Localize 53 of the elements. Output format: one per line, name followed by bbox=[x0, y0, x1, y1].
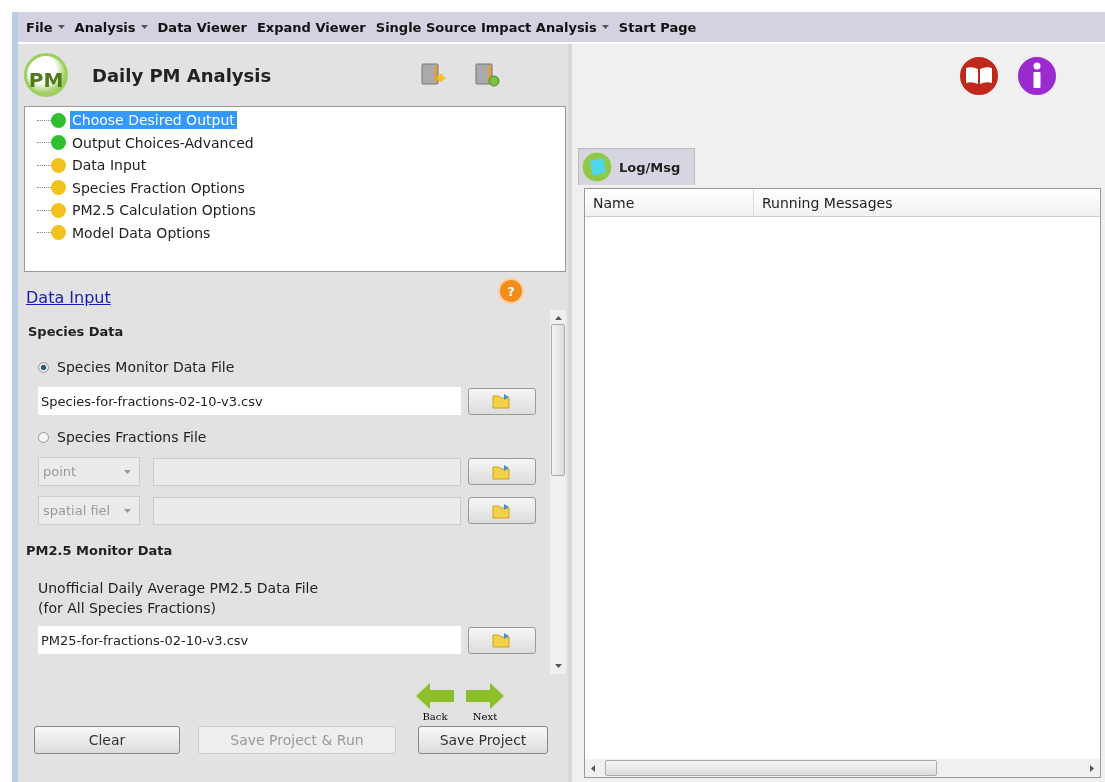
notepad-icon bbox=[581, 151, 613, 183]
scroll-up-icon[interactable] bbox=[554, 316, 562, 320]
menu-item[interactable]: Data Viewer bbox=[153, 19, 253, 35]
browse-button[interactable] bbox=[468, 458, 536, 485]
browse-button[interactable] bbox=[468, 626, 536, 654]
dropdown-caret-icon bbox=[57, 25, 65, 29]
document-add-icon[interactable] bbox=[420, 62, 446, 88]
browse-button[interactable] bbox=[468, 387, 536, 415]
scroll-left-icon[interactable] bbox=[591, 764, 595, 772]
panel-title: Daily PM Analysis bbox=[92, 64, 273, 86]
file-path-field[interactable]: PM25-for-fractions-02-10-v3.csv bbox=[38, 626, 461, 654]
pm-logo: PM bbox=[24, 53, 68, 97]
folder-icon bbox=[492, 463, 512, 480]
action-button[interactable]: Save Project bbox=[418, 726, 548, 754]
section-link[interactable]: Data Input bbox=[26, 287, 111, 307]
column-header[interactable]: Running Messages bbox=[754, 189, 893, 216]
dropdown-caret-icon bbox=[601, 25, 609, 29]
tree-item[interactable]: Species Fraction Options bbox=[70, 178, 247, 197]
dropdown-caret-icon bbox=[140, 25, 148, 29]
action-button[interactable]: Clear bbox=[34, 726, 180, 754]
tree-item[interactable]: Data Input bbox=[70, 156, 149, 175]
dropdown-caret-icon bbox=[124, 469, 131, 474]
radio-label: Species Monitor Data File bbox=[57, 359, 235, 375]
browse-button[interactable] bbox=[468, 497, 536, 524]
menu-item[interactable]: Start Page bbox=[614, 19, 703, 35]
column-header[interactable]: Name bbox=[585, 189, 754, 216]
section-heading: PM2.5 Monitor Data bbox=[26, 543, 174, 558]
tree-item[interactable]: PM2.5 Calculation Options bbox=[70, 201, 258, 220]
tab[interactable]: Log/Msg bbox=[578, 148, 696, 185]
folder-icon bbox=[492, 502, 512, 519]
radio-button[interactable] bbox=[38, 361, 49, 373]
file-path-field[interactable]: Species-for-fractions-02-10-v3.csv bbox=[38, 387, 461, 415]
info-icon[interactable] bbox=[1015, 54, 1059, 98]
horizontal-scrollbar[interactable] bbox=[585, 759, 1100, 777]
dropdown-caret-icon bbox=[124, 508, 131, 513]
vertical-scrollbar[interactable] bbox=[550, 310, 566, 674]
menu-item[interactable]: Expand Viewer bbox=[253, 19, 372, 35]
section-heading: Species Data bbox=[28, 324, 125, 339]
folder-icon bbox=[492, 393, 512, 409]
file-path-field[interactable] bbox=[153, 496, 461, 525]
scroll-right-icon[interactable] bbox=[1090, 764, 1094, 772]
folder-icon bbox=[492, 632, 512, 648]
radio-label: Species Fractions File bbox=[57, 429, 207, 445]
field-label: Unofficial Daily Average PM2.5 Data File (for All Species Fractions) bbox=[37, 579, 320, 618]
radio-button[interactable] bbox=[38, 431, 49, 443]
menu-item[interactable]: Analysis bbox=[70, 19, 154, 35]
menu-item[interactable]: File bbox=[22, 19, 71, 35]
book-icon[interactable] bbox=[957, 54, 1001, 98]
file-path-field[interactable] bbox=[153, 457, 461, 486]
tree-item[interactable]: Model Data Options bbox=[70, 223, 213, 242]
tree-item[interactable]: Output Choices-Advanced bbox=[70, 133, 256, 152]
menu-item[interactable]: Single Source Impact Analysis bbox=[371, 19, 615, 35]
scroll-down-icon[interactable] bbox=[554, 664, 562, 668]
